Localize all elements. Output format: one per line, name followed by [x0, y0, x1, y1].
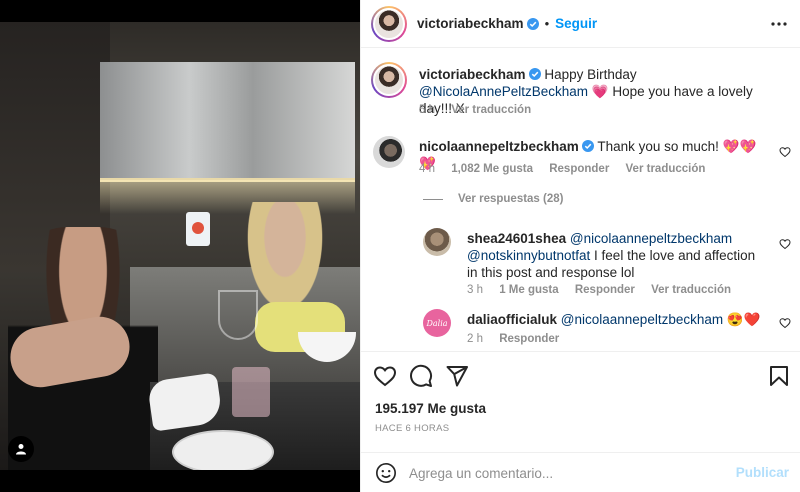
header-separator: • — [544, 16, 550, 31]
user-tag-button[interactable] — [8, 436, 34, 462]
photo-cup — [232, 367, 270, 417]
caption-meta: 5 h Ver traducción — [419, 104, 544, 116]
post-media — [0, 0, 360, 492]
comment-text: daliaofficialuk @nicolaannepeltzbeckham … — [467, 311, 767, 328]
comment-author[interactable]: nicolaannepeltzbeckham — [419, 139, 579, 154]
comment-emoji: 😍❤️ — [726, 312, 761, 327]
comment-reply[interactable]: Responder — [499, 333, 559, 345]
comment-mention[interactable]: @notskinnybutnotfat — [467, 248, 590, 263]
comment-input[interactable] — [409, 463, 729, 483]
heart-icon[interactable] — [779, 238, 791, 250]
caption-mention[interactable]: @NicolaAnnePeltzBeckham — [419, 84, 588, 99]
photo-wine-glass — [218, 290, 258, 340]
comment-likes[interactable]: 1,082 Me gusta — [451, 163, 533, 175]
verified-badge-icon — [528, 68, 541, 80]
comment-avatar[interactable] — [423, 228, 451, 256]
author-avatar[interactable] — [371, 5, 407, 42]
more-options-icon — [771, 22, 787, 26]
comment-reply[interactable]: Responder — [575, 284, 635, 296]
likes-count[interactable]: 195.197 Me gusta — [375, 401, 486, 416]
replies-divider — [423, 199, 443, 200]
comment-composer: Publicar — [361, 452, 800, 492]
more-options-button[interactable] — [769, 14, 789, 34]
comment-reply[interactable]: Responder — [549, 163, 609, 175]
post-photo[interactable] — [0, 22, 360, 470]
caption-emoji: 💗 — [591, 84, 609, 99]
comment-translate[interactable]: Ver traducción — [651, 284, 731, 296]
caption-age[interactable]: 5 h — [419, 104, 435, 116]
caption-text-before: Happy Birthday — [544, 67, 637, 82]
user-tag-icon — [16, 444, 26, 455]
comment-mention[interactable]: @nicolaannepeltzbeckham — [561, 312, 723, 327]
comment-age[interactable]: 3 h — [467, 284, 483, 296]
emoji-icon[interactable] — [375, 462, 397, 484]
comment-meta: 3 h 1 Me gusta Responder Ver traducción — [467, 284, 744, 296]
comment-likes[interactable]: 1 Me gusta — [499, 284, 558, 296]
comments-list: victoriabeckham Happy Birthday @NicolaAn… — [361, 48, 800, 350]
comment-translate[interactable]: Ver traducción — [626, 163, 706, 175]
photo-plate — [172, 430, 274, 470]
photo-range-hood — [100, 62, 355, 182]
comment-meta: 4 h 1,082 Me gusta Responder Ver traducc… — [419, 163, 718, 175]
comment-author[interactable]: shea24601shea — [467, 231, 566, 246]
comment-mention[interactable]: @nicolaannepeltzbeckham — [570, 231, 732, 246]
caption-translate[interactable]: Ver traducción — [451, 104, 531, 116]
comment-meta: 2 h Responder — [467, 333, 572, 345]
caption-avatar[interactable] — [371, 62, 407, 98]
verified-badge-icon — [526, 17, 539, 30]
comment-age[interactable]: 4 h — [419, 163, 435, 175]
comment-author[interactable]: daliaofficialuk — [467, 312, 557, 327]
author-username[interactable]: victoriabeckham — [417, 16, 524, 31]
post-timestamp[interactable]: HACE 6 HORAS — [375, 423, 449, 434]
heart-icon[interactable] — [779, 146, 791, 158]
share-icon[interactable] — [445, 364, 469, 388]
bookmark-icon[interactable] — [767, 364, 791, 388]
post-sidebar: victoriabeckham • Seguir victoriabeckham… — [360, 0, 800, 492]
heart-icon[interactable] — [779, 317, 791, 329]
view-replies-button[interactable]: Ver respuestas (28) — [458, 193, 563, 205]
action-bar — [361, 351, 800, 399]
comment-age[interactable]: 2 h — [467, 333, 483, 345]
publish-button[interactable]: Publicar — [736, 465, 789, 480]
verified-badge-icon — [581, 140, 594, 152]
heart-icon[interactable] — [373, 364, 397, 388]
comment-avatar[interactable] — [373, 136, 405, 168]
caption-author[interactable]: victoriabeckham — [419, 67, 526, 82]
photo-sign — [186, 212, 210, 246]
comment-text: shea24601shea @nicolaannepeltzbeckham @n… — [467, 230, 767, 281]
post-header: victoriabeckham • Seguir — [361, 0, 800, 48]
follow-button[interactable]: Seguir — [555, 16, 597, 31]
comment-body: Thank you so much! — [597, 139, 719, 154]
comment-icon[interactable] — [409, 364, 433, 388]
comment-avatar[interactable]: Dalia — [423, 309, 451, 337]
